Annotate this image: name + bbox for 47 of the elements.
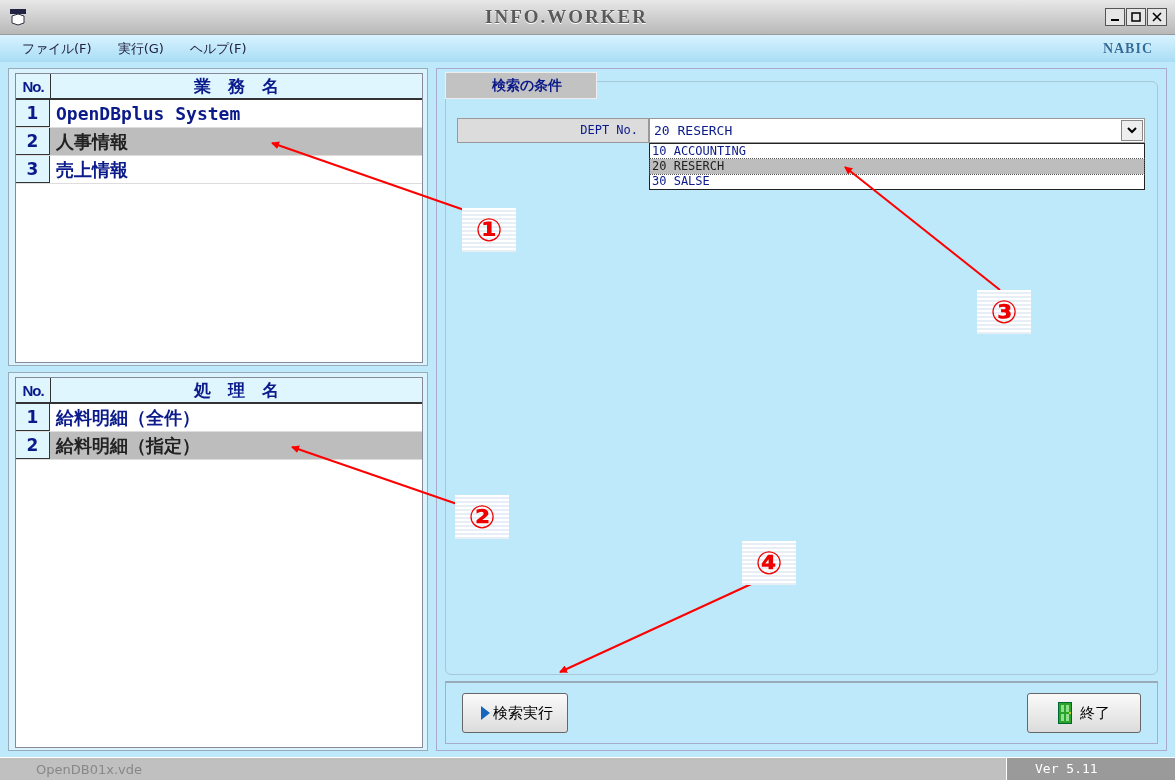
menu-item[interactable]: ヘルプ(F) xyxy=(189,39,247,58)
maximize-icon xyxy=(1131,12,1141,22)
dropdown-field[interactable]: 20 RESERCH xyxy=(649,118,1145,143)
maximize-button[interactable] xyxy=(1126,8,1146,26)
callout-number: ① xyxy=(462,208,516,252)
status-version: Ver 5.11 xyxy=(1006,758,1175,780)
play-icon xyxy=(481,706,490,720)
row-name: 売上情報 xyxy=(55,157,128,182)
dropdown-option[interactable]: 10 ACCOUNTING xyxy=(650,144,1144,159)
menu-item[interactable]: ファイル(F) xyxy=(22,39,92,58)
row-number: 1 xyxy=(16,404,50,431)
row-name: OpenDBplus System xyxy=(55,103,241,124)
door-icon xyxy=(1058,702,1072,724)
column-header: No. xyxy=(16,74,51,98)
column-header: 処 理 名 xyxy=(193,378,280,402)
row-number: 2 xyxy=(16,432,50,459)
menu-item[interactable]: 実行(G) xyxy=(117,39,164,58)
field-label: DEPT No. xyxy=(457,118,649,143)
callout-number: ② xyxy=(455,495,509,539)
status-file: OpenDB01x.vde xyxy=(35,761,143,777)
close-button[interactable] xyxy=(1147,8,1167,26)
list-row[interactable]: 2 人事情報 xyxy=(16,128,422,156)
callout-number: ④ xyxy=(742,541,796,585)
list-row[interactable]: 3 売上情報 xyxy=(16,156,422,184)
search-run-button[interactable]: 検索実行 xyxy=(462,693,568,733)
row-name: 人事情報 xyxy=(55,129,128,154)
logo-text: NABIC xyxy=(1102,40,1153,57)
row-number: 1 xyxy=(16,100,50,127)
list-row[interactable]: 2 給料明細（指定） xyxy=(16,432,422,460)
dropdown-option[interactable]: 20 RESERCH xyxy=(650,159,1144,174)
row-number: 2 xyxy=(16,128,50,155)
close-icon xyxy=(1152,12,1162,22)
window-title: INFO.WORKER xyxy=(484,6,649,28)
dropdown-option[interactable]: 30 SALSE xyxy=(650,174,1144,189)
row-name: 給料明細（全件） xyxy=(54,405,200,430)
dropdown-button[interactable] xyxy=(1121,120,1143,141)
exit-button[interactable]: 終了 xyxy=(1027,693,1141,733)
row-name: 給料明細（指定） xyxy=(54,433,200,458)
column-header: No. xyxy=(16,378,51,402)
minimize-icon xyxy=(1111,19,1119,21)
chevron-icon xyxy=(1127,127,1137,134)
row-number: 3 xyxy=(16,156,50,183)
app-icon xyxy=(8,8,28,26)
column-header: 業 務 名 xyxy=(193,74,280,98)
group-title: 検索の条件 xyxy=(445,72,597,99)
callout-number: ③ xyxy=(977,290,1031,334)
minimize-button[interactable] xyxy=(1105,8,1125,26)
